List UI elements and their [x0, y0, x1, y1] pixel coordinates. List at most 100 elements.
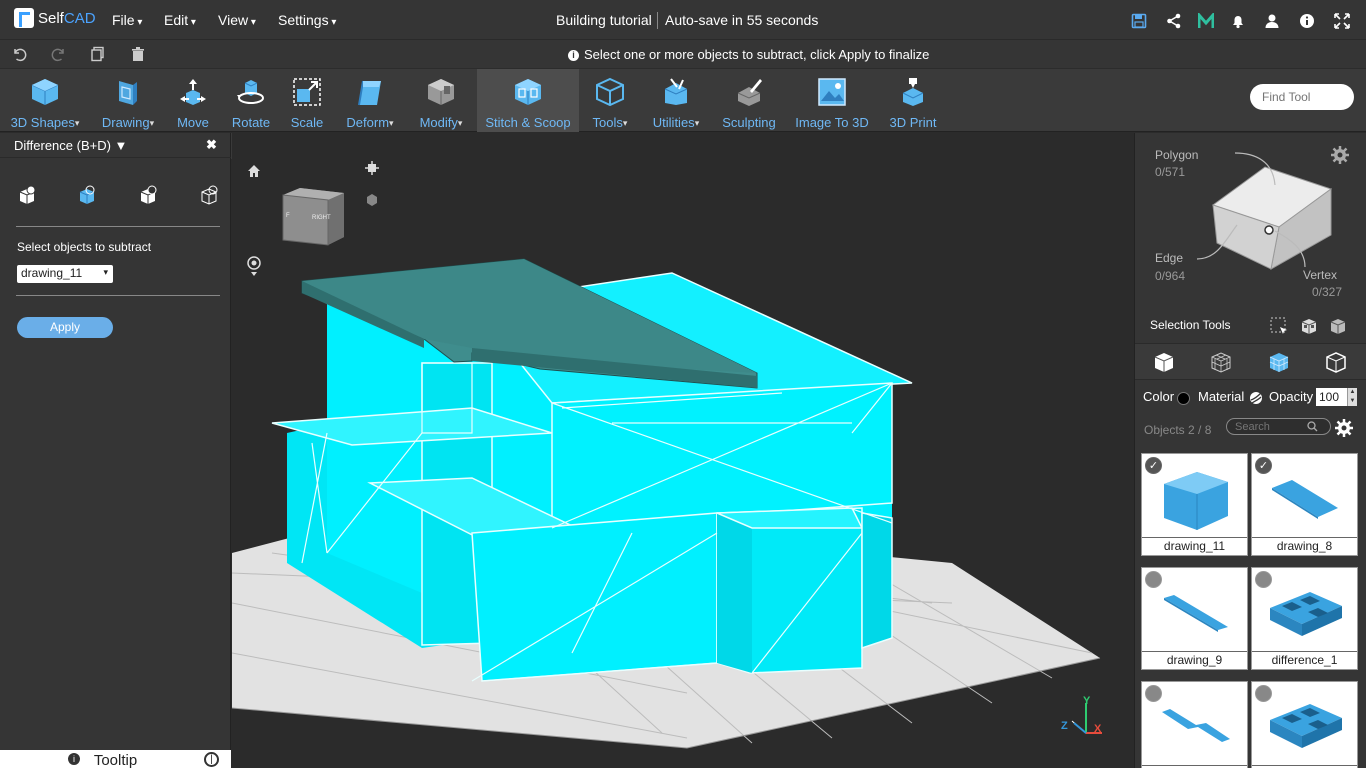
slice-icon[interactable] [198, 185, 220, 205]
tool-utilities[interactable]: Utilities [645, 69, 707, 132]
color-swatch[interactable] [1177, 392, 1190, 405]
tool-image-to-3d[interactable]: Image To 3D [794, 69, 870, 132]
check-icon[interactable]: ✓ [1255, 457, 1272, 474]
copy-icon[interactable] [90, 46, 106, 62]
search-icon [1307, 421, 1318, 432]
deform-icon [358, 80, 381, 106]
tool-rotate[interactable]: Rotate [226, 69, 276, 132]
menu-file[interactable]: File [112, 12, 142, 28]
object-properties: Color Material Opacity 100 ▲ ▼ [1135, 379, 1366, 413]
right-panel: Polygon 0/571 Edge 0/964 Vertex 0/327 Se… [1134, 133, 1366, 768]
main-toolbar: 3D Shapes Drawing Move Rotate Scale Defo… [0, 69, 1366, 132]
polygon-count: 0/571 [1155, 165, 1186, 179]
apply-button[interactable]: Apply [17, 317, 113, 338]
object-card-difference-1[interactable]: difference_1 [1251, 567, 1358, 670]
tool-label: Move [177, 115, 209, 130]
tools-icon [596, 77, 624, 107]
rotate-icon [237, 80, 264, 104]
fullscreen-icon[interactable] [1334, 13, 1350, 29]
selection-cube-diagram [1196, 152, 1333, 270]
save-icon[interactable] [1131, 13, 1147, 29]
3d-viewport[interactable]: Y X Z RIGHT F [232, 133, 1134, 768]
panel-title[interactable]: Difference (B+D) ▼ [14, 138, 127, 153]
home-icon[interactable] [246, 163, 262, 179]
object-mode-icon[interactable] [1153, 351, 1175, 373]
checkbox-icon[interactable] [1145, 685, 1162, 702]
tooltip-toggle[interactable]: i Tooltip | [0, 750, 231, 768]
bell-icon[interactable] [1230, 13, 1246, 29]
tool-3d-shapes[interactable]: 3D Shapes [6, 69, 84, 132]
objects-header: Objects 2 / 8 [1135, 415, 1366, 443]
tool-label: Tools [585, 115, 635, 130]
tool-stitch-scoop[interactable]: Stitch & Scoop [477, 69, 579, 132]
face-mode-icon[interactable] [1268, 351, 1290, 373]
vertex-mode-icon[interactable] [1325, 351, 1347, 373]
pin-icon[interactable]: | [204, 752, 219, 767]
material-icon[interactable] [1249, 391, 1263, 405]
undo-icon[interactable] [11, 46, 27, 62]
selfcad-logo[interactable]: SelfCAD [14, 8, 96, 28]
orbit-icon[interactable] [365, 193, 379, 207]
tool-drawing[interactable]: Drawing [96, 69, 160, 132]
object-card-drawing-8[interactable]: ✓ drawing_8 [1251, 453, 1358, 556]
menu-edit[interactable]: Edit [164, 12, 196, 28]
axis-x-label: X [1094, 723, 1102, 735]
tool-deform[interactable]: Deform [340, 69, 400, 132]
edge-label: Edge [1155, 251, 1184, 265]
tool-modify[interactable]: Modify [412, 69, 470, 132]
polygon-mode-icon[interactable] [1210, 351, 1232, 373]
menu-view[interactable]: View [218, 12, 256, 28]
close-icon[interactable]: ✖ [206, 137, 217, 153]
view-cube[interactable]: RIGHT F [280, 185, 346, 247]
tool-move[interactable]: Move [170, 69, 216, 132]
user-icon[interactable] [1264, 13, 1280, 29]
invert-selection-icon[interactable] [1328, 317, 1348, 335]
pan-icon[interactable] [365, 161, 379, 175]
share-icon[interactable] [1166, 13, 1182, 29]
checkbox-icon[interactable] [1255, 571, 1272, 588]
find-tool-input[interactable] [1250, 84, 1354, 110]
delete-icon[interactable] [130, 46, 146, 62]
box-select-icon[interactable] [1270, 317, 1288, 335]
drawing-icon [119, 81, 137, 105]
tool-label: Utilities [645, 115, 707, 130]
opacity-input[interactable]: 100 [1316, 388, 1348, 406]
cube-icon [31, 79, 59, 105]
objects-count: Objects 2 / 8 [1144, 423, 1212, 437]
select-objects-label: Select objects to subtract [17, 240, 152, 254]
opacity-label: Opacity [1269, 389, 1314, 404]
opacity-stepper[interactable]: ▲ ▼ [1347, 388, 1357, 406]
top-bar: SelfCAD File Edit View Settings Building… [0, 0, 1366, 40]
tool-3d-print[interactable]: 3D Print [884, 69, 942, 132]
difference-icon[interactable] [76, 185, 98, 205]
object-card-drawing-9[interactable]: drawing_9 [1141, 567, 1248, 670]
m-icon[interactable] [1197, 11, 1215, 29]
union-icon[interactable] [16, 185, 38, 205]
gear-icon[interactable] [1334, 418, 1354, 438]
intersection-icon[interactable] [137, 185, 159, 205]
selection-mode-bar [1135, 343, 1366, 379]
checkbox-icon[interactable] [1145, 571, 1162, 588]
object-card-drawing-11[interactable]: ✓ drawing_11 [1141, 453, 1248, 556]
axis-z-label: Z [1061, 720, 1068, 732]
redo-icon[interactable] [51, 46, 67, 62]
camera-view-icon[interactable] [246, 255, 262, 277]
tool-sculpting[interactable]: Sculpting [718, 69, 780, 132]
menu-settings[interactable]: Settings [278, 12, 336, 28]
utilities-icon [664, 78, 688, 105]
tool-label: Rotate [231, 115, 271, 130]
tool-label: 3D Print [889, 115, 937, 130]
info-icon[interactable] [1299, 13, 1315, 29]
tool-scale[interactable]: Scale [284, 69, 330, 132]
check-icon[interactable]: ✓ [1145, 457, 1162, 474]
subtract-object-select[interactable]: drawing_11 [17, 265, 113, 283]
select-all-icon[interactable] [1299, 317, 1319, 335]
checkbox-icon[interactable] [1255, 685, 1272, 702]
tool-tools[interactable]: Tools [585, 69, 635, 132]
object-card[interactable] [1141, 681, 1248, 768]
material-label: Material [1198, 389, 1245, 404]
object-card[interactable] [1251, 681, 1358, 768]
document-title[interactable]: Building tutorial [556, 12, 652, 28]
info-icon: i [68, 753, 80, 765]
logo-icon [14, 8, 34, 28]
